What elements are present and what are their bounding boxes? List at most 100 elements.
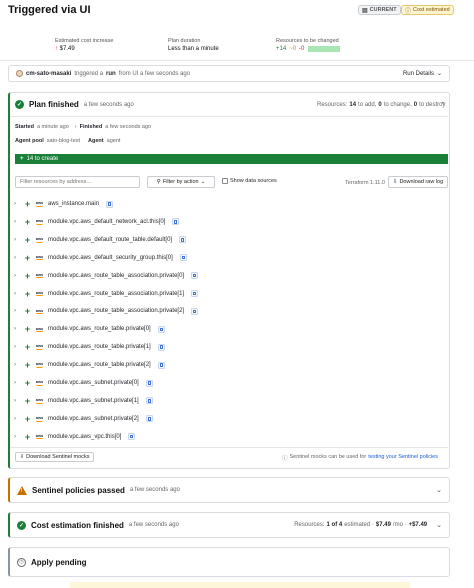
chevron-down-icon: ⌄ [200,179,206,185]
resource-row[interactable]: › + aws module.vpc.aws_vpc.this[0] [14,430,136,444]
copy-icon[interactable] [157,325,165,333]
resource-address: module.vpc.aws_default_security_group.th… [48,254,173,261]
chevron-right-icon[interactable]: › [14,326,20,332]
resource-row[interactable]: › + aws module.vpc.aws_route_table.private[… [14,322,165,336]
chevron-right-icon[interactable]: › [14,201,20,207]
resource-row[interactable]: › + aws module.vpc.aws_default_network_acl.… [14,215,180,229]
copy-icon[interactable] [179,254,187,262]
chevron-right-icon[interactable]: › [14,291,20,297]
to-add-label: to add, [358,102,377,108]
chevron-right-icon[interactable]: › [14,434,20,440]
chevron-right-icon[interactable]: › [14,398,20,404]
copy-icon[interactable] [106,200,114,208]
create-bar: + 14 to create [15,154,448,164]
arrow-right-icon: › [74,124,77,130]
download-icon: ⇩ [392,179,398,185]
aws-icon: aws [35,398,44,404]
trigger-text-a: triggered a [74,70,104,77]
chevron-right-icon[interactable]: › [14,255,20,261]
resource-row[interactable]: › + aws module.vpc.aws_route_table.private[… [14,358,165,372]
download-sentinel-mocks-button[interactable]: ⇩ Download Sentinel mocks [15,452,94,462]
mocks-link[interactable]: testing your Sentinel policies [368,454,438,462]
resource-row[interactable]: › + aws module.vpc.aws_route_table_associat… [14,269,199,283]
resource-row[interactable]: › + aws aws_instance.main [14,197,114,211]
trigger-row: cm-sato-masaki triggered a run from UI a… [8,65,450,82]
chevron-right-icon[interactable]: › [14,362,20,368]
apply-title: Apply pending [31,557,87,567]
resources-changed-label: Resources to be changed [276,38,339,44]
resource-row[interactable]: › + aws module.vpc.aws_subnet.private[1] [14,394,153,408]
copy-icon[interactable] [145,397,153,405]
chevron-down-icon[interactable]: ⌄ [436,521,442,529]
plan-duration-value: Less than a minute [168,46,219,52]
resource-address: module.vpc.aws_default_network_acl.this[… [48,218,166,225]
copy-icon[interactable] [145,415,153,423]
resource-row[interactable]: › + aws module.vpc.aws_subnet.private[0] [14,376,153,390]
aws-icon: aws [35,237,44,243]
chevron-right-icon[interactable]: › [14,380,20,386]
download-raw-log-button[interactable]: ⇩ Download raw log [388,176,448,188]
resource-address: module.vpc.aws_route_table_association.p… [48,308,185,315]
chevron-right-icon[interactable]: › [14,273,20,279]
copy-icon[interactable] [191,307,199,315]
filter-by-action-button[interactable]: ⚲ Filter by action ⌄ [147,176,215,188]
copy-icon[interactable] [157,361,165,369]
plus-icon: + [24,288,31,299]
resource-row[interactable]: › + aws module.vpc.aws_default_security_gro… [14,251,187,265]
aws-icon: aws [35,290,44,297]
info-icon: ⓘ [282,456,288,462]
cost-badge-label: Cost estimated [413,7,450,13]
resource-address: module.vpc.aws_subnet.private[0] [48,380,139,386]
cost-time: a few seconds ago [128,522,179,528]
agent-pool-label: Agent pool [15,138,44,144]
chevron-right-icon[interactable]: › [14,416,20,422]
chevron-right-icon[interactable]: › [14,237,20,243]
copy-icon[interactable] [145,379,153,387]
resource-row[interactable]: › + aws module.vpc.aws_route_table.private[… [14,340,165,354]
chevron-right-icon[interactable]: › [14,308,20,314]
page-title: Triggered via UI [8,4,91,16]
filter-input[interactable] [15,176,140,188]
agent-value: agent [106,138,121,144]
show-data-sources[interactable]: Show data sources [222,178,277,184]
agent-label: Agent [88,138,104,144]
resource-row[interactable]: › + aws module.vpc.aws_subnet.private[2] [14,412,153,426]
chevron-down-icon[interactable]: ⌄ [436,486,442,494]
plan-header[interactable]: ✓ Plan finished a few seconds ago [15,100,134,109]
cost-resources-prefix: Resources: [294,522,325,528]
trigger-user[interactable]: cm-sato-masaki [26,71,71,77]
copy-icon[interactable] [172,218,180,226]
chevron-up-icon[interactable]: ⌃ [440,101,446,109]
copy-icon[interactable] [191,272,199,280]
chevron-right-icon[interactable]: › [14,344,20,350]
current-badge-label: CURRENT [369,7,397,13]
run-details-toggle[interactable]: Run Details ⌄ [403,70,442,78]
chevron-right-icon[interactable]: › [14,219,20,225]
aws-icon: aws [35,380,44,386]
checkbox[interactable] [222,178,228,184]
plan-time: a few seconds ago [83,101,134,108]
aws-icon: aws [35,272,44,279]
aws-icon-text: aws [35,325,44,331]
copy-icon[interactable] [128,433,136,441]
copy-icon[interactable] [157,343,165,351]
agent-pool-value: sato-blog-test [46,138,81,144]
add-count: +14 [276,46,287,52]
chevron-down-icon: ⌄ [436,71,442,77]
resource-row[interactable]: › + aws module.vpc.aws_route_table_associat… [14,287,199,301]
resource-row[interactable]: › + aws module.vpc.aws_default_route_table.… [14,233,187,247]
download-icon: ⇩ [19,454,25,460]
resource-row[interactable]: › + aws module.vpc.aws_route_table_associat… [14,304,199,318]
aws-icon: aws [35,308,44,315]
mocks-note-text: Sentinel mocks can be used for [289,454,367,460]
aws-icon: aws [35,362,44,368]
cost-delta: +$7.49 [408,522,428,528]
copy-icon[interactable] [191,290,199,297]
terraform-version: Terraform 1.11.0 [345,180,385,186]
sentinel-title: Sentinel policies passed [32,485,125,495]
cost-panel[interactable]: ✓ Cost estimation finished a few seconds… [8,512,450,538]
plus-icon: + [24,270,31,281]
sentinel-panel[interactable]: ! Sentinel policies passed a few seconds… [8,477,450,503]
copy-icon[interactable] [179,236,187,244]
aws-icon: aws [35,416,44,422]
